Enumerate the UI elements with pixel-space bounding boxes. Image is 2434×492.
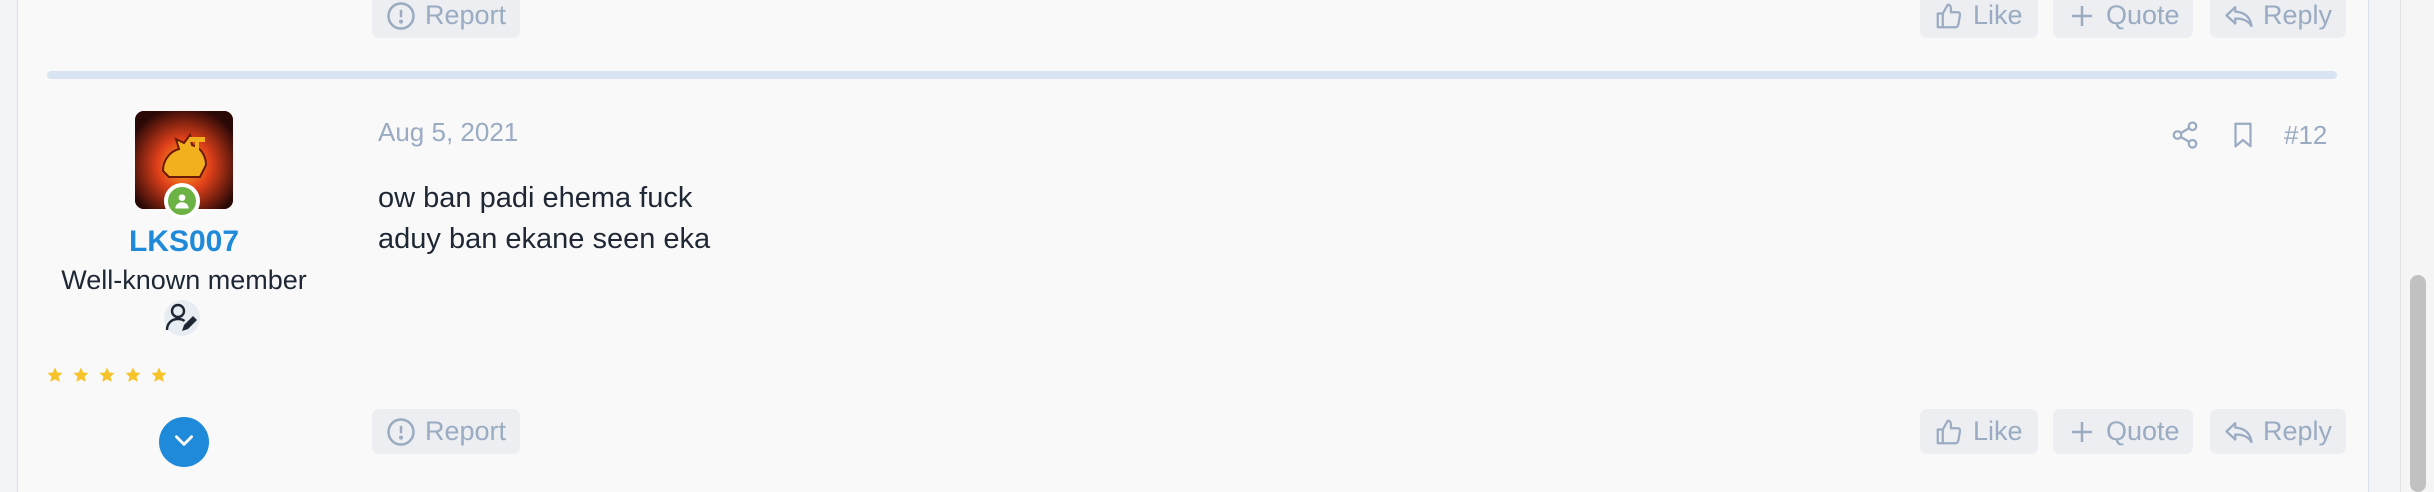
post-divider <box>47 71 2337 79</box>
bookmark-icon[interactable] <box>2228 119 2258 151</box>
post-message: ow ban padi ehema fuck aduy ban ekane se… <box>378 178 710 260</box>
star-icon <box>98 366 116 384</box>
post-date[interactable]: Aug 5, 2021 <box>378 117 518 148</box>
plus-icon <box>2067 417 2097 447</box>
post-header-actions: #12 <box>2170 117 2327 153</box>
previous-report-button[interactable]: Report <box>372 0 520 38</box>
post-number-link[interactable]: #12 <box>2284 120 2327 151</box>
quote-label: Quote <box>2106 0 2180 30</box>
star-icon <box>124 366 142 384</box>
thumbs-up-icon <box>1934 417 1964 447</box>
reply-button[interactable]: Reply <box>2210 409 2346 454</box>
like-button[interactable]: Like <box>1920 409 2038 454</box>
online-user-icon <box>164 183 200 219</box>
star-icon <box>46 366 64 384</box>
user-edit-icon <box>160 298 204 338</box>
reply-label: Reply <box>2263 416 2333 446</box>
quote-button[interactable]: Quote <box>2053 409 2193 454</box>
like-label: Like <box>1973 416 2023 446</box>
share-icon[interactable] <box>2170 119 2200 151</box>
plus-icon <box>2067 1 2097 31</box>
reply-label: Reply <box>2263 0 2333 30</box>
report-button[interactable]: Report <box>372 409 520 454</box>
report-icon <box>386 1 416 31</box>
previous-reply-button[interactable]: Reply <box>2210 0 2346 38</box>
expand-user-info-button[interactable] <box>159 417 209 467</box>
report-label: Report <box>425 0 507 30</box>
scrollbar[interactable] <box>2400 0 2434 492</box>
reply-arrow-icon <box>2224 1 2254 31</box>
report-label: Report <box>425 416 507 446</box>
alert-circle-icon <box>386 417 416 447</box>
previous-like-button[interactable]: Like <box>1920 0 2038 38</box>
star-icon <box>72 366 90 384</box>
user-title: Well-known member <box>61 265 307 295</box>
star-icon <box>150 366 168 384</box>
username-link[interactable]: LKS007 <box>40 225 328 259</box>
scrollbar-thumb[interactable] <box>2410 275 2426 492</box>
rating-stars <box>46 366 168 388</box>
reply-arrow-icon <box>2224 417 2254 447</box>
post-body-line: ow ban padi ehema fuck <box>378 182 693 214</box>
quote-label: Quote <box>2106 416 2180 446</box>
chevron-down-icon <box>171 427 197 458</box>
like-label: Like <box>1973 0 2023 30</box>
post-body-line: aduy ban ekane seen eka <box>378 223 711 255</box>
previous-quote-button[interactable]: Quote <box>2053 0 2193 38</box>
thumbs-up-icon <box>1934 1 1964 31</box>
